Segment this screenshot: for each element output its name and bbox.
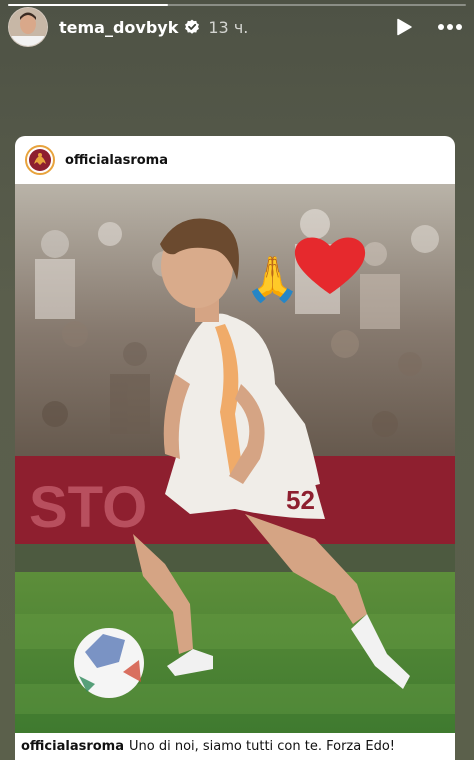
story-progress-fill xyxy=(8,4,169,6)
verified-icon xyxy=(185,19,200,34)
story-progress-bar xyxy=(8,4,466,6)
avatar-image xyxy=(9,8,47,46)
post-caption: officialasroma Uno di noi, siamo tutti c… xyxy=(15,733,455,760)
story-time: 13 ч. xyxy=(208,17,249,37)
banner-text: STO xyxy=(29,475,147,540)
shared-post-card[interactable]: officialasroma STO 52 🙏 officialasroma U… xyxy=(15,136,455,760)
post-photo[interactable]: STO 52 🙏 xyxy=(15,184,455,733)
praying-hands-emoji: 🙏 xyxy=(245,254,300,305)
play-icon xyxy=(397,18,412,36)
football-player-photo: STO 52 🙏 xyxy=(15,184,455,733)
more-options-button[interactable] xyxy=(434,11,466,43)
avatar[interactable] xyxy=(8,7,48,47)
more-icon xyxy=(438,24,462,30)
post-header: officialasroma xyxy=(15,136,455,184)
story-header: tema_dovbyk 13 ч. xyxy=(8,7,466,47)
play-button[interactable] xyxy=(388,11,420,43)
post-username[interactable]: officialasroma xyxy=(65,153,168,168)
as-roma-logo-icon[interactable] xyxy=(25,145,55,175)
shirt-number: 52 xyxy=(286,485,315,515)
caption-text: Uno di noi, siamo tutti con te. Forza Ed… xyxy=(129,739,395,754)
caption-username[interactable]: officialasroma xyxy=(21,739,124,754)
story-username[interactable]: tema_dovbyk xyxy=(59,18,178,37)
